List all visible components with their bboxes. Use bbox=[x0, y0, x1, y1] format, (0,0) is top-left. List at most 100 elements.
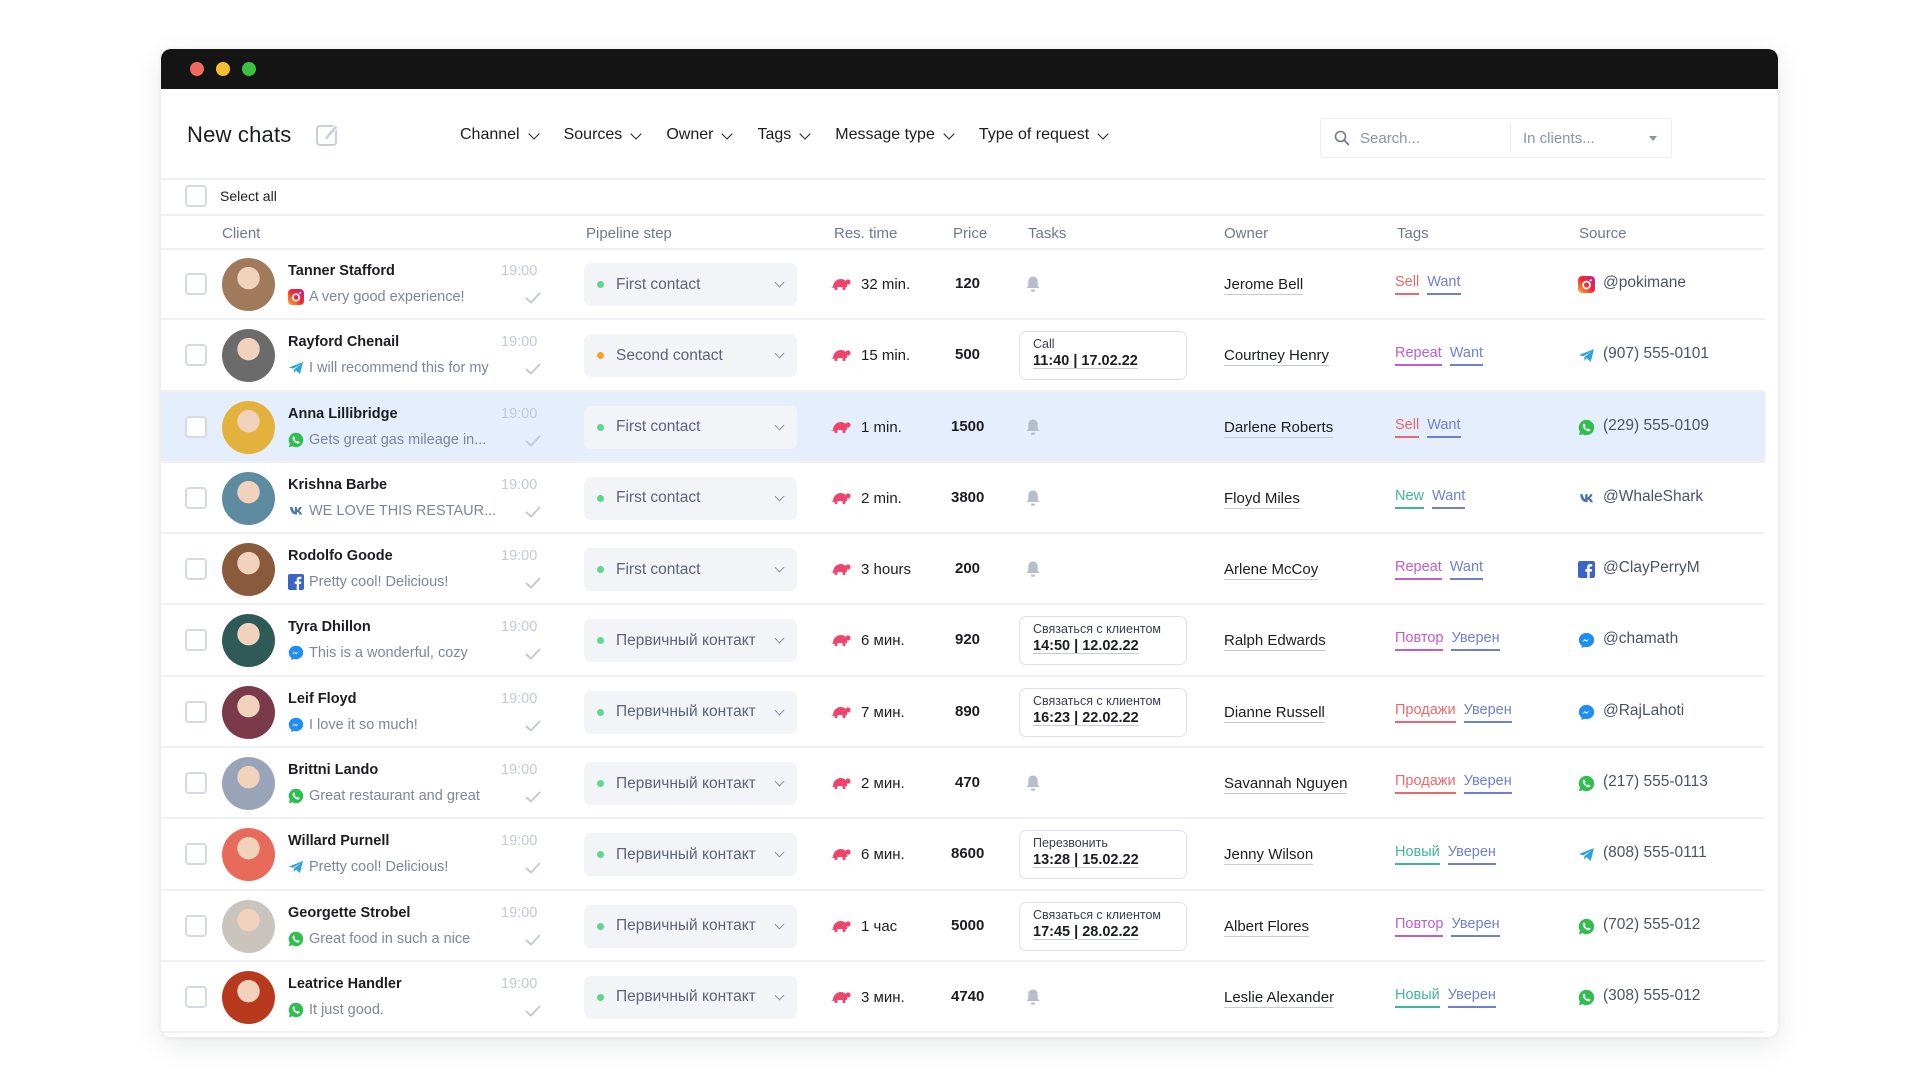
source-handle[interactable]: (229) 555-0109 bbox=[1603, 417, 1709, 435]
tag[interactable]: Want bbox=[1449, 558, 1484, 581]
column-header-pipeline[interactable]: Pipeline step bbox=[586, 225, 672, 242]
bell-icon[interactable] bbox=[1025, 418, 1041, 436]
owner-link[interactable]: Ralph Edwards bbox=[1224, 632, 1326, 652]
filter-sources[interactable]: Sources bbox=[564, 126, 642, 144]
avatar[interactable] bbox=[222, 828, 275, 882]
avatar[interactable] bbox=[222, 899, 275, 953]
owner-link[interactable]: Jenny Wilson bbox=[1224, 846, 1314, 866]
row-checkbox[interactable] bbox=[185, 700, 207, 723]
pipeline-step-select[interactable]: First contact bbox=[584, 548, 797, 592]
client-name[interactable]: Willard Purnell bbox=[288, 833, 389, 849]
tag[interactable]: Новый bbox=[1395, 843, 1440, 866]
filter-owner[interactable]: Owner bbox=[666, 126, 734, 144]
column-header-price[interactable]: Price bbox=[953, 225, 987, 242]
client-name[interactable]: Tyra Dhillon bbox=[288, 619, 371, 635]
tag[interactable]: Продажи bbox=[1395, 772, 1456, 795]
owner-link[interactable]: Courtney Henry bbox=[1224, 347, 1330, 367]
row-checkbox[interactable] bbox=[185, 486, 207, 509]
pipeline-step-select[interactable]: First contact bbox=[584, 405, 797, 449]
task-datetime[interactable]: 13:28 | 15.02.22 bbox=[1033, 852, 1186, 868]
row-checkbox[interactable] bbox=[185, 558, 207, 581]
row-checkbox[interactable] bbox=[185, 273, 207, 295]
table-row[interactable]: Tyra Dhillon 19:00 This is a wonderful, co… bbox=[161, 605, 1765, 677]
source-handle[interactable]: (702) 555-012 bbox=[1603, 916, 1700, 934]
tag[interactable]: Repeat bbox=[1395, 558, 1442, 581]
row-checkbox[interactable] bbox=[185, 629, 207, 652]
client-name[interactable]: Georgette Strobel bbox=[288, 905, 410, 921]
client-name[interactable]: Leif Floyd bbox=[288, 691, 356, 707]
search-scope-select[interactable]: In clients... bbox=[1511, 130, 1671, 147]
task-datetime[interactable]: 11:40 | 17.02.22 bbox=[1033, 353, 1186, 369]
filter-tags[interactable]: Tags bbox=[757, 126, 811, 144]
row-checkbox[interactable] bbox=[185, 772, 207, 795]
tag[interactable]: Want bbox=[1427, 273, 1461, 295]
column-header-client[interactable]: Client bbox=[222, 225, 260, 242]
table-row[interactable]: Brittni Lando 19:00 Great restaurant and g… bbox=[161, 748, 1765, 820]
table-row[interactable]: Rodolfo Goode 19:00 Pretty cool! Delicious… bbox=[161, 534, 1765, 606]
table-row[interactable]: Willard Purnell 19:00 Pretty cool! Delicio… bbox=[161, 819, 1765, 891]
task-card[interactable]: Перезвонить 13:28 | 15.02.22 bbox=[1019, 830, 1187, 880]
avatar[interactable] bbox=[222, 329, 275, 383]
owner-link[interactable]: Leslie Alexander bbox=[1224, 989, 1335, 1008]
client-name[interactable]: Anna Lillibridge bbox=[288, 406, 398, 422]
source-handle[interactable]: @WhaleShark bbox=[1603, 488, 1703, 506]
source-handle[interactable]: (217) 555-0113 bbox=[1603, 773, 1708, 791]
column-header-res-time[interactable]: Res. time bbox=[834, 225, 897, 242]
row-checkbox[interactable] bbox=[185, 415, 207, 438]
tag[interactable]: Уверен bbox=[1463, 772, 1512, 795]
tag[interactable]: Want bbox=[1432, 487, 1466, 509]
avatar[interactable] bbox=[222, 471, 275, 525]
bell-icon[interactable] bbox=[1025, 774, 1041, 792]
tag[interactable]: Sell bbox=[1395, 416, 1420, 438]
pipeline-step-select[interactable]: Первичный контакт bbox=[584, 975, 797, 1019]
bell-icon[interactable] bbox=[1025, 489, 1041, 507]
task-card[interactable]: Связаться с клиентом 14:50 | 12.02.22 bbox=[1019, 616, 1187, 666]
pipeline-step-select[interactable]: Первичный контакт bbox=[584, 690, 797, 734]
owner-link[interactable]: Arlene McCoy bbox=[1224, 561, 1319, 581]
tag[interactable]: Уверен bbox=[1451, 629, 1500, 652]
bell-icon[interactable] bbox=[1025, 275, 1041, 293]
pipeline-step-select[interactable]: Первичный контакт bbox=[584, 904, 797, 948]
owner-link[interactable]: Dianne Russell bbox=[1224, 704, 1325, 723]
pipeline-step-select[interactable]: Первичный контакт bbox=[584, 619, 797, 663]
column-header-tags[interactable]: Tags bbox=[1397, 225, 1429, 242]
source-handle[interactable]: @pokimane bbox=[1603, 274, 1686, 292]
avatar[interactable] bbox=[222, 757, 275, 811]
row-checkbox[interactable] bbox=[185, 344, 207, 367]
pipeline-step-select[interactable]: Second contact bbox=[584, 334, 797, 378]
edit-icon[interactable] bbox=[315, 121, 341, 147]
tag[interactable]: Repeat bbox=[1395, 344, 1442, 367]
close-window-button[interactable] bbox=[190, 62, 204, 76]
filter-type-of-request[interactable]: Type of request bbox=[979, 126, 1109, 144]
tag[interactable]: New bbox=[1395, 487, 1425, 509]
select-all-checkbox[interactable] bbox=[185, 185, 207, 207]
tag[interactable]: Уверен bbox=[1463, 701, 1512, 723]
column-header-owner[interactable]: Owner bbox=[1224, 225, 1268, 242]
pipeline-step-select[interactable]: Первичный контакт bbox=[584, 833, 797, 877]
search-input[interactable] bbox=[1360, 129, 1510, 147]
tag[interactable]: Sell bbox=[1395, 273, 1420, 295]
tag[interactable]: Повтор bbox=[1395, 629, 1444, 652]
row-checkbox[interactable] bbox=[185, 985, 207, 1008]
owner-link[interactable]: Albert Flores bbox=[1224, 918, 1310, 937]
avatar[interactable] bbox=[222, 400, 275, 454]
source-handle[interactable]: @chamath bbox=[1603, 630, 1678, 648]
select-all[interactable]: Select all bbox=[185, 178, 277, 214]
table-row[interactable]: Leif Floyd 19:00 I love it so much! Первичн… bbox=[161, 677, 1765, 749]
source-handle[interactable]: (308) 555-012 bbox=[1603, 987, 1700, 1005]
table-row[interactable]: Georgette Strobel 19:00 Great food in such… bbox=[161, 891, 1765, 962]
table-row[interactable]: Tanner Stafford 19:00 A very good experien… bbox=[161, 249, 1765, 321]
task-datetime[interactable]: 17:45 | 28.02.22 bbox=[1033, 924, 1186, 940]
owner-link[interactable]: Floyd Miles bbox=[1224, 490, 1300, 509]
tag[interactable]: Продажи bbox=[1395, 701, 1456, 723]
column-header-source[interactable]: Source bbox=[1579, 225, 1627, 242]
avatar[interactable] bbox=[222, 685, 275, 739]
client-name[interactable]: Tanner Stafford bbox=[288, 263, 395, 279]
row-checkbox[interactable] bbox=[185, 914, 207, 937]
source-handle[interactable]: (907) 555-0101 bbox=[1603, 345, 1709, 363]
client-name[interactable]: Rodolfo Goode bbox=[288, 548, 393, 564]
source-handle[interactable]: @RajLahoti bbox=[1603, 702, 1684, 720]
filter-channel[interactable]: Channel bbox=[460, 126, 540, 144]
owner-link[interactable]: Darlene Roberts bbox=[1224, 419, 1334, 438]
client-name[interactable]: Leatrice Handler bbox=[288, 976, 402, 992]
